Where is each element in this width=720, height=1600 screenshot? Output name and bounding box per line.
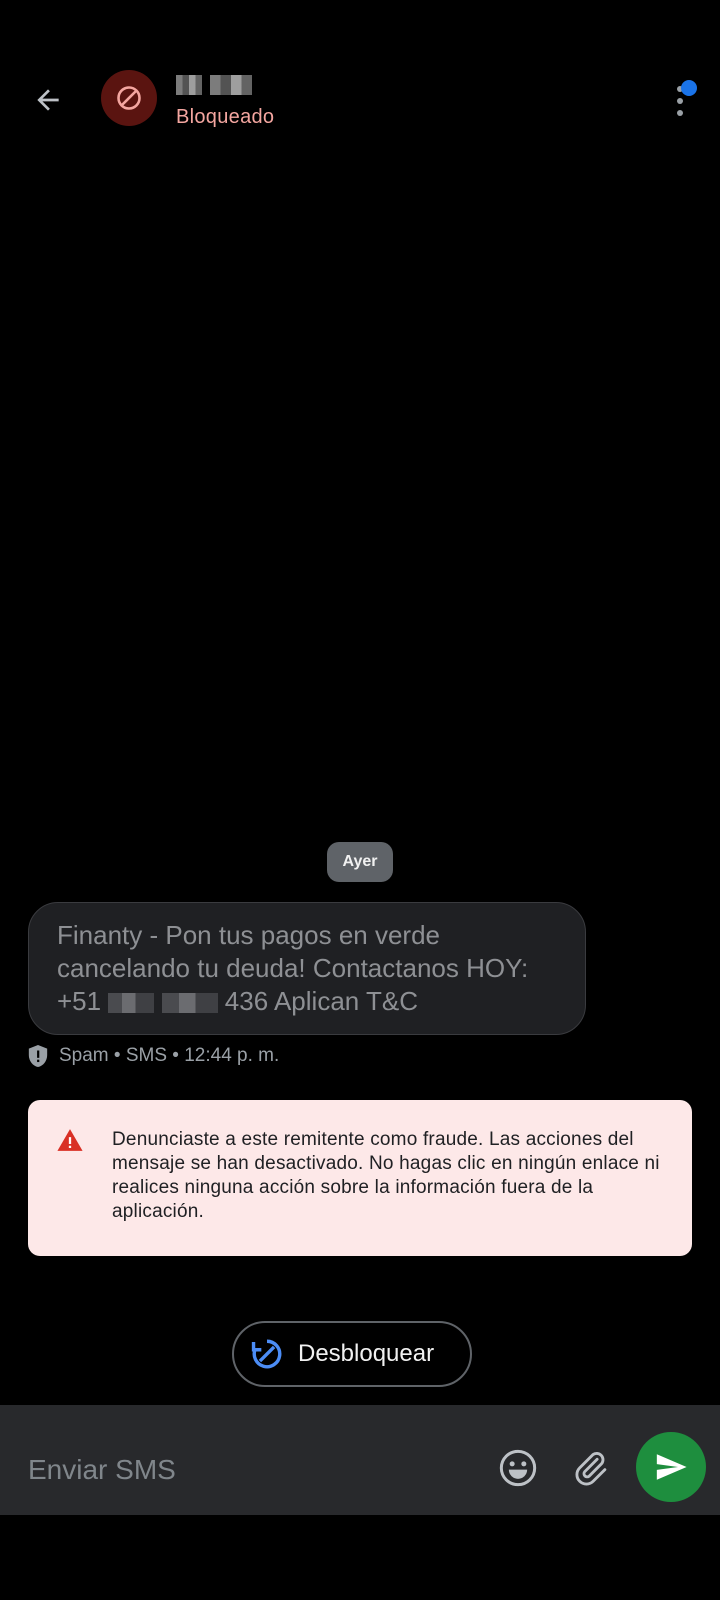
sms-input[interactable]: Enviar SMS [28, 1452, 468, 1488]
attach-button[interactable] [566, 1444, 614, 1492]
back-button[interactable] [20, 72, 76, 128]
attach-icon [575, 1452, 607, 1486]
message-line-3-prefix: +51 [57, 986, 109, 1016]
message-meta: Spam • SMS • 12:44 p. m. [27, 1044, 279, 1068]
send-button[interactable] [636, 1432, 706, 1502]
message-meta-text: Spam • SMS • 12:44 p. m. [59, 1045, 280, 1066]
emoji-icon [499, 1449, 537, 1487]
notification-dot [681, 80, 697, 96]
contact-name-redacted [176, 74, 252, 96]
message-line-3-suffix: 436 Aplican T&C [224, 986, 418, 1016]
back-arrow-icon [37, 89, 59, 111]
message-bubble[interactable]: Finanty - Pon tus pagos en verde cancela… [28, 902, 586, 1035]
block-icon [117, 86, 141, 110]
redacted-number [108, 993, 155, 1014]
message-line-3: +51 436 Aplican T&C [57, 985, 585, 1018]
message-line-1: Finanty - Pon tus pagos en verde [57, 920, 441, 950]
warning-icon [57, 1129, 83, 1151]
shield-icon [28, 1045, 48, 1067]
unblock-button[interactable]: Desbloquear [232, 1321, 472, 1387]
contact-status: Bloqueado [176, 106, 275, 128]
avatar[interactable] [101, 70, 157, 126]
date-chip: Ayer [327, 842, 393, 882]
message-line-2: cancelando tu deuda! Contactanos HOY: [57, 953, 529, 983]
redacted-number [161, 993, 218, 1014]
warning-text: Denunciaste a este remitente como fraude… [112, 1129, 660, 1222]
unblock-icon [251, 1339, 282, 1369]
emoji-button[interactable] [494, 1444, 542, 1492]
unblock-label: Desbloquear [298, 1340, 435, 1367]
send-icon [656, 1454, 687, 1480]
